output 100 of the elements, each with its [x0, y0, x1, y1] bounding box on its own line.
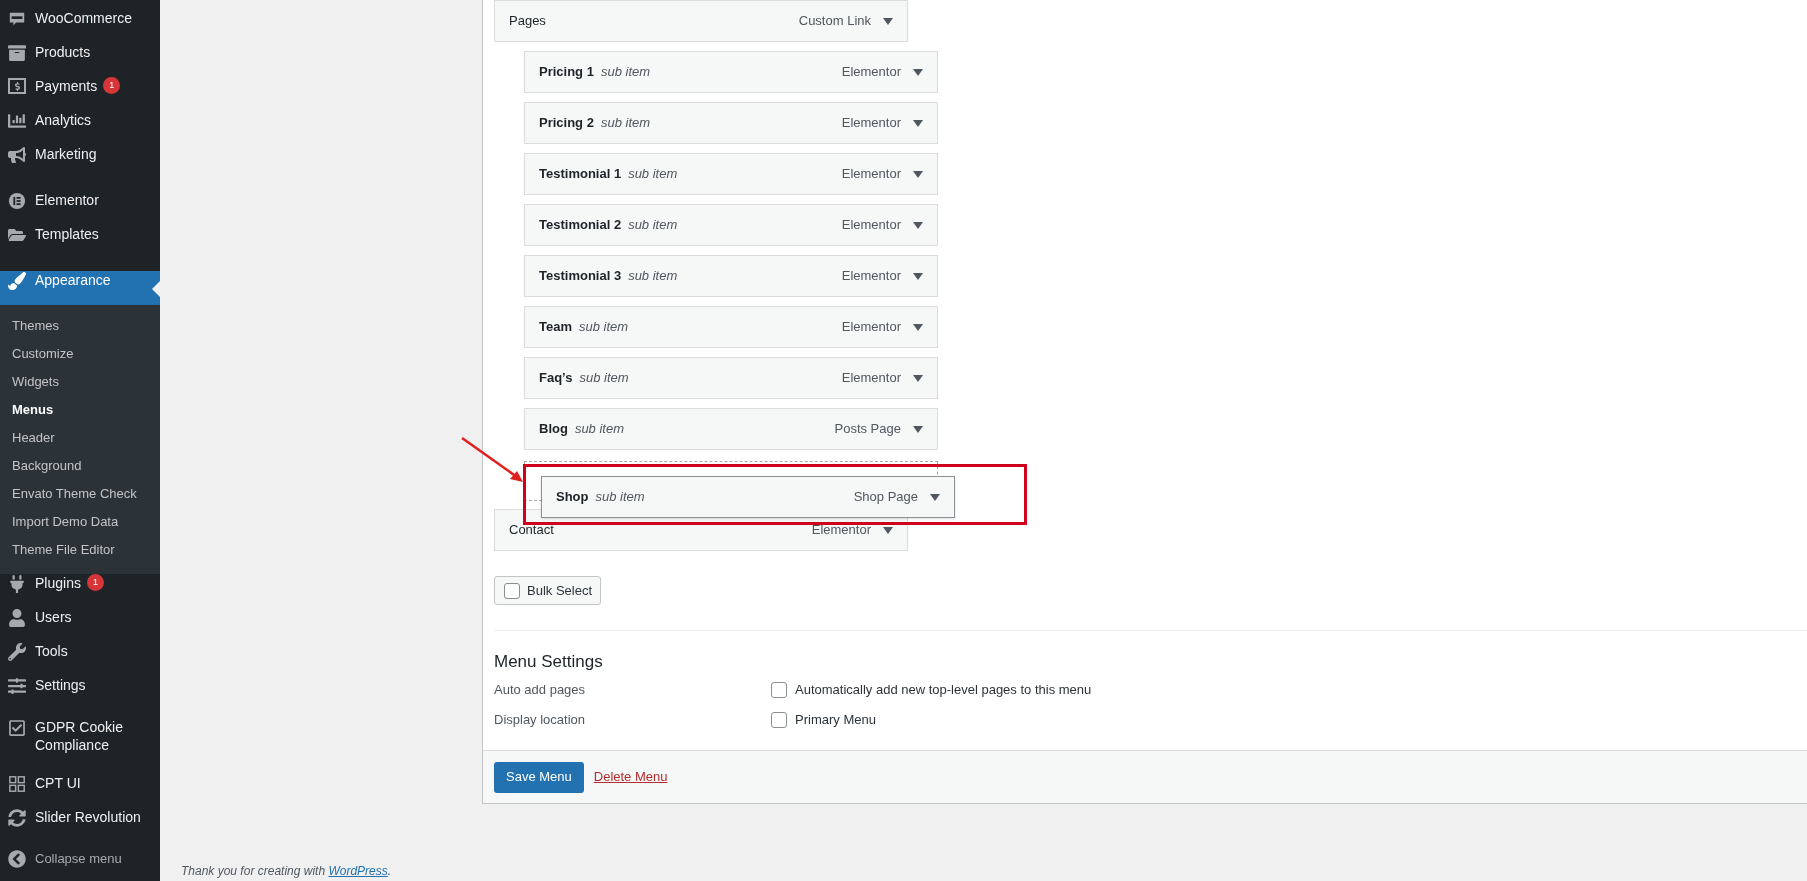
caret-icon[interactable] — [913, 425, 923, 433]
sidebar-label: GDPR Cookie Compliance — [35, 718, 124, 754]
sidebar-item[interactable]: Templates — [0, 225, 160, 259]
menu-item-type: Elementor — [841, 267, 901, 286]
caret-icon[interactable] — [913, 170, 923, 178]
caret-icon[interactable] — [913, 68, 923, 76]
submenu-item[interactable]: Background — [0, 452, 160, 480]
sidebar-item[interactable]: Marketing — [0, 145, 160, 179]
menu-item[interactable]: Testimonial 2 sub item Elementor — [524, 204, 938, 246]
menu-item-type: Elementor — [811, 521, 871, 540]
sidebar-item[interactable]: Payments 1 — [0, 77, 160, 111]
footer-text: Thank you for creating with WordPress. — [181, 863, 393, 880]
menu-item-type: Elementor — [841, 369, 901, 388]
menu-item[interactable]: Blog sub item Posts Page — [524, 408, 938, 450]
sidebar-item[interactable]: Settings — [0, 676, 160, 710]
menu-item[interactable]: Faq’s sub item Elementor — [524, 357, 938, 399]
submenu-item[interactable]: Customize — [0, 340, 160, 368]
sidebar-item[interactable]: Slider Revolution — [0, 808, 160, 842]
folder-icon — [8, 226, 26, 244]
menu-settings-heading: Menu Settings — [494, 651, 604, 673]
menu-item-title: Testimonial 3 — [539, 267, 622, 286]
menu-item-title: Testimonial 1 — [539, 165, 622, 184]
menu-item-title: Faq’s — [539, 369, 573, 388]
menu-item-title: Pages — [509, 12, 546, 31]
caret-icon[interactable] — [930, 493, 940, 501]
checkbox[interactable] — [504, 582, 520, 599]
menu-item[interactable]: Testimonial 3 sub item Elementor — [524, 255, 938, 297]
sidebar-item[interactable]: Analytics — [0, 111, 160, 145]
menu-item-type: Elementor — [841, 165, 901, 184]
menu-item-type: Shop Page — [853, 488, 918, 507]
grid-icon — [8, 775, 26, 793]
menu-item-title: Testimonial 2 — [539, 216, 622, 235]
checkbox[interactable] — [771, 712, 787, 728]
sidebar-label: Users — [35, 608, 72, 626]
sidebar-label: Elementor — [35, 191, 99, 209]
submenu-item[interactable]: Theme File Editor — [0, 536, 160, 564]
submenu-item[interactable]: Header — [0, 424, 160, 452]
submenu-item[interactable]: Menus — [0, 396, 160, 424]
sidebar-label: CPT UI — [35, 774, 81, 792]
caret-icon[interactable] — [883, 526, 893, 534]
menu-item-type: Custom Link — [798, 12, 871, 31]
sidebar-item[interactable]: Elementor — [0, 191, 160, 225]
collapse-menu-button[interactable]: Collapse menu — [0, 842, 160, 876]
sidebar-label: Analytics — [35, 111, 92, 129]
submenu-item[interactable]: Widgets — [0, 368, 160, 396]
menu-item-type: Elementor — [841, 63, 901, 82]
sidebar-label: Products — [35, 43, 91, 61]
bulk-select-button[interactable]: Bulk Select — [494, 576, 601, 605]
menu-item[interactable]: Testimonial 1 sub item Elementor — [524, 153, 938, 195]
menu-item-sublabel: sub item — [628, 216, 678, 235]
sidebar-item[interactable]: Users — [0, 608, 160, 642]
menu-item-title: Pricing 1 — [539, 63, 594, 82]
menu-item-sublabel: sub item — [628, 267, 678, 286]
menu-item[interactable]: Shop sub item Shop Page — [541, 476, 955, 518]
save-menu-button[interactable]: Save Menu — [494, 761, 584, 793]
setting-option: Primary Menu — [795, 710, 876, 730]
user-icon — [8, 609, 26, 627]
submenu-item[interactable]: Envato Theme Check — [0, 480, 160, 508]
sidebar-item[interactable]: Tools — [0, 642, 160, 676]
delete-menu-link[interactable]: Delete Menu — [593, 767, 668, 787]
sidebar-item[interactable]: Products — [0, 43, 160, 77]
menu-item[interactable]: Pages Custom Link — [494, 0, 908, 42]
menu-item[interactable]: Team sub item Elementor — [524, 306, 938, 348]
wordpress-link[interactable]: WordPress — [328, 864, 388, 878]
sidebar-item[interactable]: CPT UI — [0, 774, 160, 808]
menu-item[interactable]: Pricing 2 sub item Elementor — [524, 102, 938, 144]
sidebar-label: Appearance — [35, 271, 111, 289]
menu-item-sublabel: sub item — [595, 488, 645, 507]
sidebar-item[interactable]: Appearance — [0, 271, 160, 305]
wrench-icon — [8, 643, 26, 661]
menu-item[interactable]: Pricing 1 sub item Elementor — [524, 51, 938, 93]
caret-icon[interactable] — [883, 17, 893, 25]
menu-item-sublabel: sub item — [579, 369, 629, 388]
count-badge: 1 — [86, 574, 104, 591]
menu-item-title: Contact — [509, 521, 554, 540]
menu-item-type: Elementor — [841, 216, 901, 235]
bar-chart-icon — [8, 112, 26, 130]
menu-item-sublabel: sub item — [579, 318, 629, 337]
arrow — [461, 437, 525, 484]
collapse-icon — [8, 850, 26, 868]
sidebar-label: Marketing — [35, 145, 97, 163]
caret-icon[interactable] — [913, 323, 923, 331]
menu-item-title: Shop — [556, 488, 589, 507]
sidebar-item[interactable]: GDPR Cookie Compliance — [0, 710, 160, 762]
checkbox[interactable] — [771, 682, 787, 698]
megaphone-icon — [8, 146, 26, 164]
caret-icon[interactable] — [913, 272, 923, 280]
submenu-item[interactable]: Import Demo Data — [0, 508, 160, 536]
caret-icon[interactable] — [913, 119, 923, 127]
caret-icon[interactable] — [913, 374, 923, 382]
sidebar-item[interactable]: WooCommerce — [0, 9, 160, 43]
setting-label: Auto add pages — [494, 681, 587, 700]
menu-item-title: Blog — [539, 420, 568, 439]
caret-icon[interactable] — [913, 221, 923, 229]
menu-item-sublabel: sub item — [628, 165, 678, 184]
sidebar-item[interactable]: Plugins 1 — [0, 574, 160, 608]
sliders-icon — [8, 677, 26, 695]
submenu-item[interactable]: Themes — [0, 312, 160, 340]
menu-item-type: Elementor — [841, 114, 901, 133]
count-badge: 1 — [103, 77, 121, 94]
